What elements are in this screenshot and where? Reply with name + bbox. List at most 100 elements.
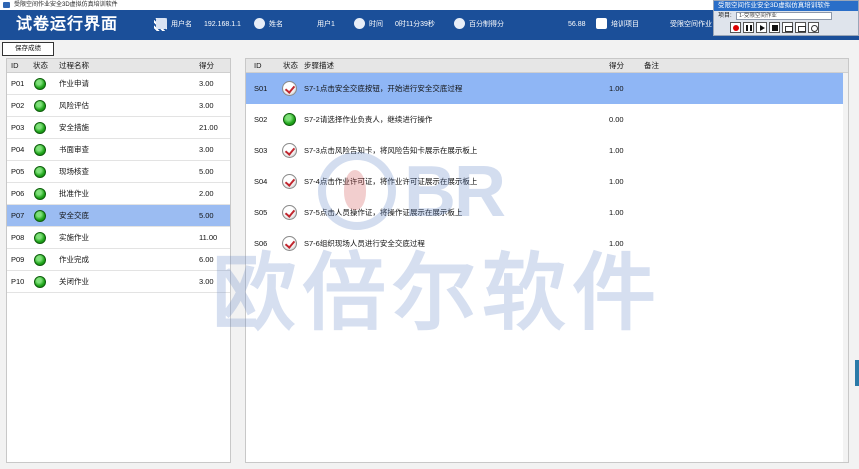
- row-name: 实施作业: [59, 233, 89, 242]
- col-id: ID: [254, 61, 262, 70]
- score-mode-label: 百分制得分: [469, 21, 504, 28]
- table-row[interactable]: S05 S7-5点击人员操作证，将操作证展示在展示板上 1.00: [246, 197, 848, 228]
- row-desc: S7-1点击安全交底按钮，开始进行安全交底过程: [304, 84, 463, 93]
- row-name: 批准作业: [59, 189, 89, 198]
- row-desc: S7-4点击作业许可证，将作业许可证展示在展示板上: [304, 177, 478, 186]
- row-desc: S7-6组织现场人员进行安全交底过程: [304, 239, 425, 248]
- row-id: S02: [254, 115, 268, 124]
- col-status: 状态: [33, 61, 48, 70]
- step-table: ID 状态 步骤描述 得分 备注 S01 S7-1点击安全交底按钮，开始进行安全…: [245, 58, 849, 463]
- name-info: 姓名: [254, 10, 283, 40]
- check-icon: [282, 143, 297, 158]
- row-id: P06: [11, 189, 25, 198]
- row-score: 5.00: [199, 211, 214, 220]
- row-name: 现场核查: [59, 167, 89, 176]
- page-title: 试卷运行界面: [16, 16, 119, 33]
- table-row[interactable]: P09 作业完成 6.00: [7, 249, 230, 271]
- status-green-icon: [34, 276, 46, 288]
- row-name: 作业申请: [59, 79, 89, 88]
- clock-icon: [354, 17, 365, 29]
- col-score: 得分: [609, 61, 624, 70]
- score-value: 56.88: [568, 21, 586, 28]
- col-process-name: 过程名称: [59, 61, 89, 70]
- camera-button[interactable]: [795, 22, 806, 33]
- user-value: 用户1: [317, 21, 335, 28]
- username-info: 用户名 192.168.1.1: [156, 10, 241, 40]
- status-green-icon: [34, 210, 46, 222]
- scrollbar[interactable]: [843, 73, 848, 462]
- check-icon: [282, 205, 297, 220]
- control-panel: 受限空间作业安全3D虚拟仿真培训软件 项目: 1-受限空间作业: [713, 0, 859, 36]
- training-item-value: 受限空间作业: [670, 21, 712, 28]
- username-label: 用户名: [171, 21, 192, 28]
- col-remark: 备注: [644, 61, 659, 70]
- row-name: 关闭作业: [59, 277, 89, 286]
- pause-button[interactable]: [743, 22, 754, 33]
- image-button[interactable]: [782, 22, 793, 33]
- check-icon: [282, 236, 297, 251]
- table-row[interactable]: S03 S7-3点击风险告知卡，将风险告知卡展示在展示板上 1.00: [246, 135, 848, 166]
- row-score: 11.00: [199, 233, 218, 242]
- row-score: 2.00: [199, 189, 214, 198]
- table-row-selected[interactable]: P07 安全交底 5.00: [7, 205, 230, 227]
- row-id: S05: [254, 208, 268, 217]
- table-row[interactable]: P01 作业申请 3.00: [7, 73, 230, 95]
- row-id: P10: [11, 277, 25, 286]
- row-desc: S7-5点击人员操作证，将操作证展示在展示板上: [304, 208, 463, 217]
- status-green-icon: [34, 254, 46, 266]
- status-green-icon: [34, 122, 46, 134]
- row-name: 安全交底: [59, 211, 89, 220]
- row-name: 风险评估: [59, 101, 89, 110]
- row-score: 1.00: [609, 239, 624, 248]
- row-score: 3.00: [199, 79, 214, 88]
- table-row[interactable]: P06 批准作业 2.00: [7, 183, 230, 205]
- row-score: 3.00: [199, 277, 214, 286]
- table-row-selected[interactable]: S01 S7-1点击安全交底按钮，开始进行安全交底过程 1.00: [246, 73, 848, 104]
- status-green-icon: [34, 100, 46, 112]
- username-value: 192.168.1.1: [203, 21, 241, 28]
- app-window: 受限空间作业安全3D虚拟仿真培训软件 试卷运行界面 用户名 192.168.1.…: [0, 0, 859, 469]
- table-row[interactable]: S02 S7-2请选择作业负责人，继续进行操作 0.00: [246, 104, 848, 135]
- window-title: 受限空间作业安全3D虚拟仿真培训软件: [14, 2, 118, 8]
- row-id: S06: [254, 239, 268, 248]
- person-icon: [254, 17, 265, 29]
- table-row[interactable]: S06 S7-6组织现场人员进行安全交底过程 1.00: [246, 228, 848, 259]
- col-id: ID: [11, 61, 19, 70]
- project-row: 项目: 1-受限空间作业: [714, 11, 858, 21]
- percent-icon: [454, 17, 465, 29]
- save-score-button[interactable]: 保存成绩: [2, 42, 54, 56]
- timer-button[interactable]: [808, 22, 819, 33]
- row-score: 3.00: [199, 145, 214, 154]
- status-green-icon: [34, 144, 46, 156]
- table-row[interactable]: S04 S7-4点击作业许可证，将作业许可证展示在展示板上 1.00: [246, 166, 848, 197]
- row-id: P02: [11, 101, 25, 110]
- score-mode-info: 百分制得分: [454, 10, 504, 40]
- col-score: 得分: [199, 61, 214, 70]
- time-label: 时间: [369, 21, 383, 28]
- row-id: P09: [11, 255, 25, 264]
- control-panel-title: 受限空间作业安全3D虚拟仿真培训软件: [714, 1, 858, 11]
- record-button[interactable]: [730, 22, 741, 33]
- training-info: 培训项目: [596, 10, 639, 40]
- table-row[interactable]: P05 现场核查 5.00: [7, 161, 230, 183]
- row-score: 5.00: [199, 167, 214, 176]
- control-buttons: [730, 22, 821, 34]
- side-handle[interactable]: [855, 360, 859, 386]
- project-select[interactable]: 1-受限空间作业: [736, 12, 832, 20]
- time-info: 时间 0时11分39秒: [354, 10, 435, 40]
- table-row[interactable]: P08 实施作业 11.00: [7, 227, 230, 249]
- row-score: 0.00: [609, 115, 624, 124]
- table-row[interactable]: P02 风险评估 3.00: [7, 95, 230, 117]
- row-id: S03: [254, 146, 268, 155]
- process-table-header: ID 状态 过程名称 得分: [7, 59, 230, 73]
- row-score: 1.00: [609, 208, 624, 217]
- table-row[interactable]: P03 安全措施 21.00: [7, 117, 230, 139]
- play-button[interactable]: [756, 22, 767, 33]
- project-label: 项目:: [718, 13, 732, 19]
- table-row[interactable]: P04 书面审查 3.00: [7, 139, 230, 161]
- stop-button[interactable]: [769, 22, 780, 33]
- check-icon: [282, 81, 297, 96]
- check-icon: [282, 174, 297, 189]
- table-row[interactable]: P10 关闭作业 3.00: [7, 271, 230, 293]
- row-name: 作业完成: [59, 255, 89, 264]
